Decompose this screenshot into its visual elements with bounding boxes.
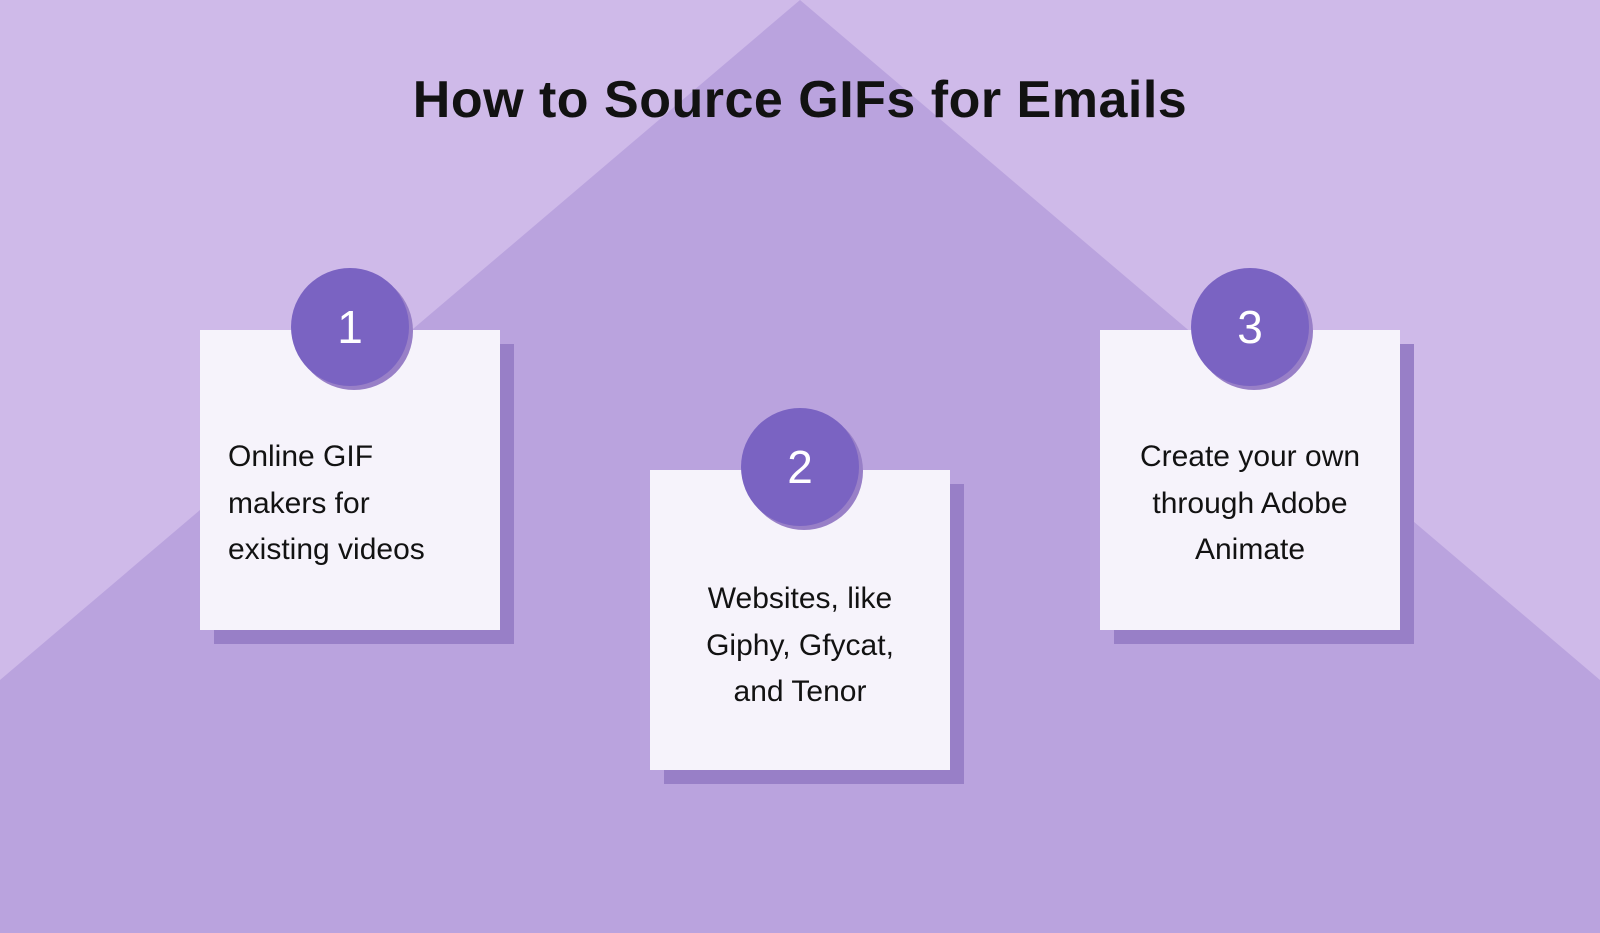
card-2-number: 2 — [787, 440, 813, 494]
card-1-wrap: 1 Online GIF makers for existing videos — [200, 330, 500, 630]
card-1-badge: 1 — [291, 268, 409, 386]
card-2: 2 Websites, like Giphy, Gfycat, and Teno… — [650, 470, 950, 770]
card-2-badge: 2 — [741, 408, 859, 526]
card-3: 3 Create your own through Adobe Animate — [1100, 330, 1400, 630]
card-1: 1 Online GIF makers for existing videos — [200, 330, 500, 630]
card-2-wrap: 2 Websites, like Giphy, Gfycat, and Teno… — [650, 470, 950, 770]
card-3-wrap: 3 Create your own through Adobe Animate — [1100, 330, 1400, 630]
cards-row: 1 Online GIF makers for existing videos … — [0, 330, 1600, 630]
card-3-text: Create your own through Adobe Animate — [1128, 394, 1372, 574]
page-title: How to Source GIFs for Emails — [0, 70, 1600, 130]
card-1-text: Online GIF makers for existing videos — [228, 394, 472, 574]
card-1-number: 1 — [337, 300, 363, 354]
card-2-text: Websites, like Giphy, Gfycat, and Tenor — [678, 532, 922, 716]
card-3-badge: 3 — [1191, 268, 1309, 386]
card-3-number: 3 — [1237, 300, 1263, 354]
